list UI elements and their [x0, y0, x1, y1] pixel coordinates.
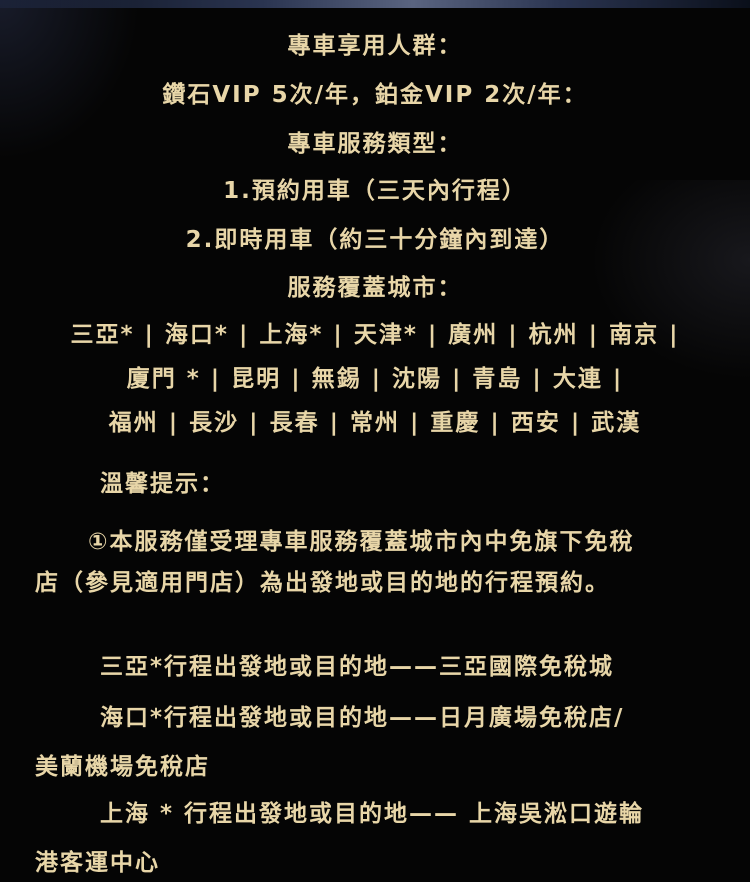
service-type-2: 2.即時用車（約三十分鐘內到達） [185, 227, 565, 253]
service-type-title: 專車服務類型： [287, 131, 463, 157]
eligible-detail: 鑽石VIP 5次/年，鉑金VIP 2次/年： [162, 82, 588, 108]
tip-1-line-1: ①本服務僅受理專車服務覆蓋城市內中免旗下免稅 [88, 529, 635, 555]
service-type-1: 1.預約用車（三天內行程） [223, 178, 527, 204]
tips-title: 溫馨提示： [100, 471, 225, 497]
haikou-note-line-1: 海口*行程出發地或目的地——日月廣場免稅店/ [100, 705, 625, 731]
cities-row-3: 福州 | 長沙 | 長春 | 常州 | 重慶 | 西安 | 武漢 [108, 410, 642, 436]
cities-row-1: 三亞* | 海口* | 上海* | 天津* | 廣州 | 杭州 | 南京 | [70, 322, 680, 348]
sanya-note: 三亞*行程出發地或目的地——三亞國際免稅城 [100, 654, 615, 680]
haikou-note-line-2: 美蘭機場免稅店 [35, 754, 210, 780]
cities-row-2: 廈門 * | 昆明 | 無錫 | 沈陽 | 青島 | 大連 | [126, 366, 624, 392]
shanghai-note-line-1: 上海 * 行程出發地或目的地—— 上海吳淞口遊輪 [100, 801, 645, 827]
tip-1-line-2: 店（參見適用門店）為出發地或目的地的行程預約。 [35, 570, 610, 596]
shanghai-note-line-2: 港客運中心 [35, 850, 160, 876]
eligible-title: 專車享用人群： [287, 33, 463, 59]
cities-title: 服務覆蓋城市： [287, 275, 463, 301]
